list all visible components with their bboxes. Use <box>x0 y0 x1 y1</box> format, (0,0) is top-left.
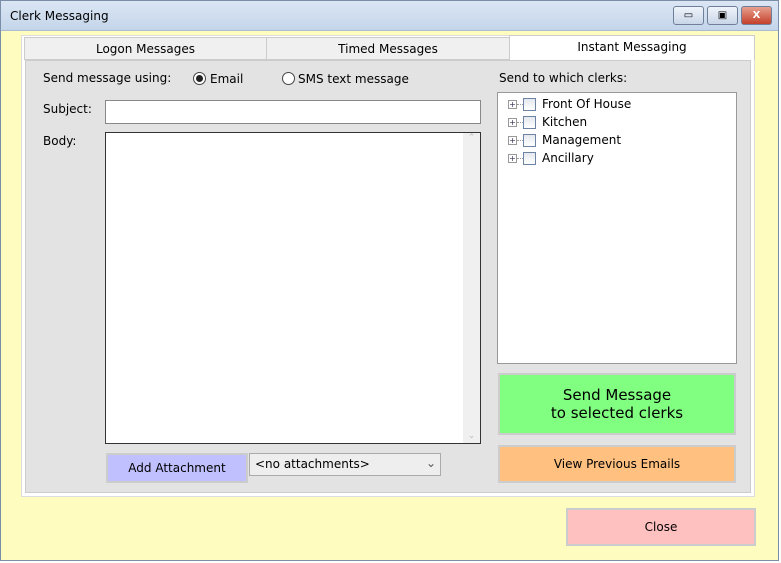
add-attachment-button[interactable]: Add Attachment <box>106 453 248 483</box>
tree-item-management[interactable]: + Management <box>508 132 621 148</box>
body-label: Body: <box>43 134 77 148</box>
tree-item-front-of-house[interactable]: + Front Of House <box>508 96 631 112</box>
close-button[interactable]: Close <box>566 508 756 546</box>
sms-radio[interactable] <box>282 72 295 85</box>
tree-item-ancillary[interactable]: + Ancillary <box>508 150 594 166</box>
tab-instant-messaging[interactable]: Instant Messaging <box>509 35 755 60</box>
body-scrollbar[interactable]: ⌃ ⌄ <box>463 133 480 443</box>
expand-icon[interactable]: + <box>508 135 517 145</box>
tree-item-label: Kitchen <box>542 115 588 129</box>
attachments-dropdown[interactable]: <no attachments> ⌄ <box>249 453 441 476</box>
checkbox[interactable] <box>523 151 536 165</box>
scroll-down-icon[interactable]: ⌄ <box>463 431 480 441</box>
clerks-label: Send to which clerks: <box>499 71 628 85</box>
subject-label: Subject: <box>43 102 92 116</box>
close-window-button[interactable]: X <box>741 6 772 25</box>
tree-item-label: Ancillary <box>542 151 594 165</box>
tab-timed-messages[interactable]: Timed Messages <box>266 37 510 60</box>
email-radio[interactable] <box>193 72 206 85</box>
maximize-button[interactable]: ▣ <box>707 6 738 25</box>
subject-input[interactable] <box>105 100 481 124</box>
view-previous-emails-button[interactable]: View Previous Emails <box>498 445 736 483</box>
email-radio-label[interactable]: Email <box>210 72 243 86</box>
scroll-up-icon[interactable]: ⌃ <box>463 133 480 143</box>
send-line1: Send Message <box>562 386 672 404</box>
expand-icon[interactable]: + <box>508 99 517 109</box>
send-using-label: Send message using: <box>43 71 172 85</box>
checkbox[interactable] <box>523 115 536 129</box>
tree-item-label: Management <box>542 133 622 147</box>
checkbox[interactable] <box>523 97 536 111</box>
clerk-tree: + Front Of House + Kitchen + Management + An… <box>497 92 737 364</box>
chevron-down-icon: ⌄ <box>425 456 436 470</box>
tree-item-kitchen[interactable]: + Kitchen <box>508 114 587 130</box>
title-bar: Clerk Messaging ▭ ▣ X <box>1 1 778 31</box>
expand-icon[interactable]: + <box>508 153 517 163</box>
attachments-value: <no attachments> <box>255 457 370 471</box>
body-textarea[interactable]: ⌃ ⌄ <box>105 132 481 444</box>
tab-logon-messages[interactable]: Logon Messages <box>24 37 267 60</box>
minimize-button[interactable]: ▭ <box>673 6 704 25</box>
window-title: Clerk Messaging <box>10 9 109 23</box>
expand-icon[interactable]: + <box>508 117 517 127</box>
checkbox[interactable] <box>523 133 536 147</box>
tree-item-label: Front Of House <box>542 97 632 111</box>
sms-radio-label[interactable]: SMS text message <box>298 72 409 86</box>
send-message-button[interactable]: Send Message to selected clerks <box>498 373 736 435</box>
send-line2: to selected clerks <box>550 404 684 422</box>
